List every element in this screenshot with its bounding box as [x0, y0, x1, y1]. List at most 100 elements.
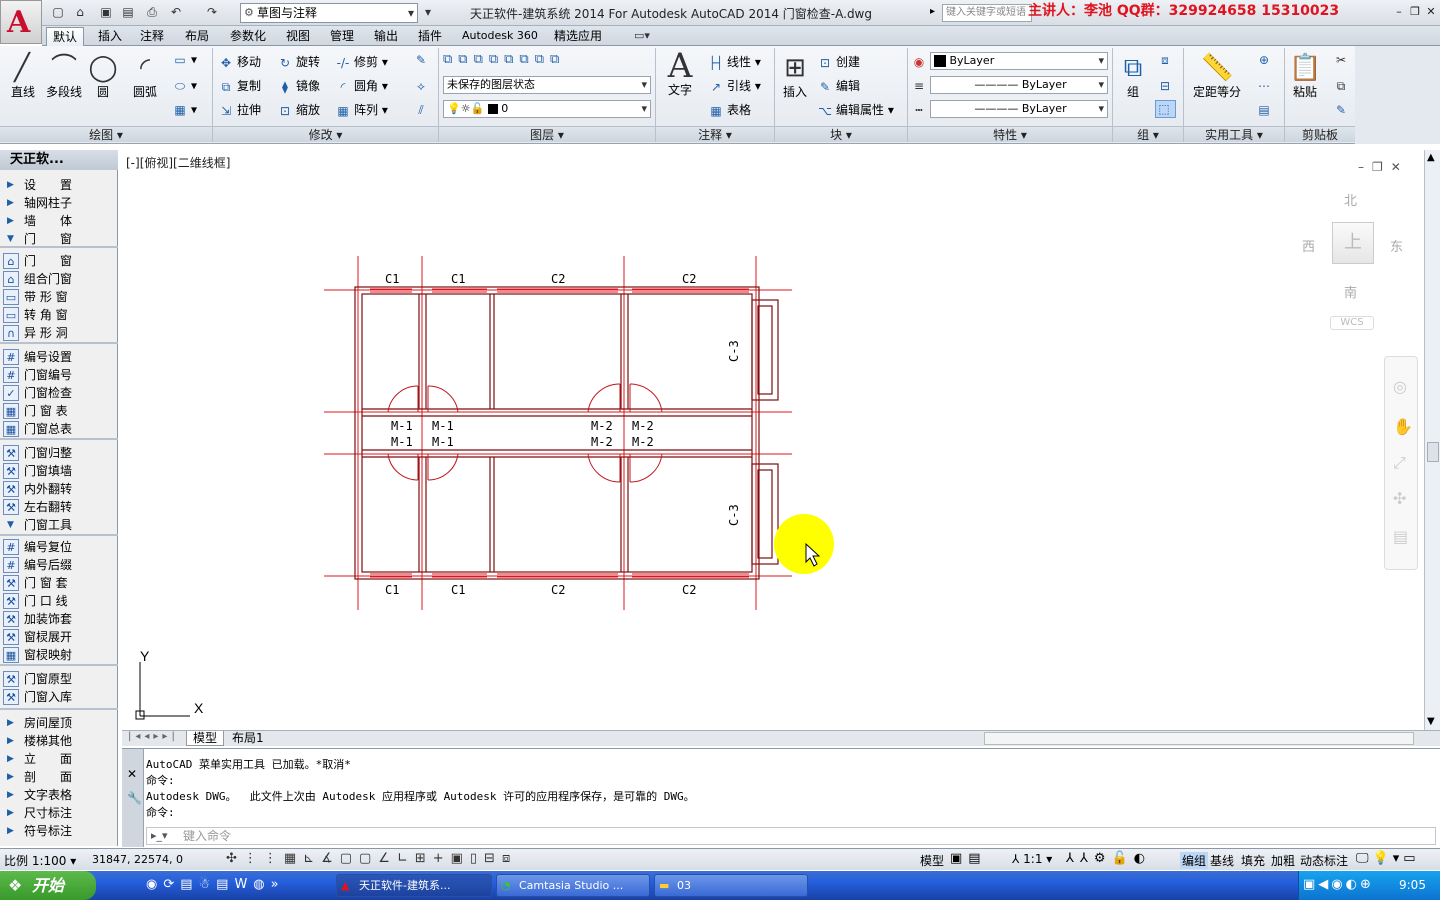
- sidebar-item[interactable]: ▶ 符号标注: [0, 822, 118, 840]
- mirror-button[interactable]: ⧫ 镜像: [277, 78, 320, 95]
- status-bold-button[interactable]: 加粗: [1271, 852, 1295, 869]
- expand-arrow-icon[interactable]: ▸: [930, 6, 935, 17]
- wcs-menu[interactable]: WCS: [1330, 316, 1374, 330]
- cut-icon[interactable]: ✂: [1333, 52, 1352, 68]
- sidebar-item[interactable]: ▼ 门 窗: [0, 230, 118, 248]
- tab-view[interactable]: 视图: [280, 27, 316, 46]
- tab-parametric[interactable]: 参数化: [224, 27, 272, 46]
- drafting-toggles[interactable]: ✣⋮⋮▦⊾∡▢▢∠∟⊞+▣▯⊟⧈: [226, 851, 517, 866]
- quick-select-icon[interactable]: ⊕: [1256, 52, 1275, 68]
- sidebar-item[interactable]: ⚒ 窗棂展开: [0, 628, 118, 646]
- sidebar-item[interactable]: ▶ 墙 体: [0, 212, 118, 230]
- close-icon[interactable]: ✕: [1424, 5, 1438, 19]
- close-icon[interactable]: ✕: [127, 767, 137, 781]
- edit-block-button[interactable]: ✎ 编辑: [817, 78, 860, 95]
- tab-featured-apps[interactable]: 精选应用: [548, 27, 608, 46]
- tab-insert[interactable]: 插入: [92, 27, 128, 46]
- copy-clip-icon[interactable]: ⧉: [1333, 78, 1352, 94]
- vertical-scrollbar[interactable]: ▲ ▼: [1424, 150, 1440, 730]
- explode-icon[interactable]: ⟡: [413, 78, 432, 94]
- calculator-icon[interactable]: ▤: [1256, 102, 1275, 118]
- command-prompt-icon[interactable]: ▸_▾: [151, 828, 168, 844]
- trim-button[interactable]: -/- 修剪 ▾: [335, 54, 388, 71]
- scroll-thumb[interactable]: [1427, 442, 1439, 462]
- panel-modify-title[interactable]: 修改 ▾: [213, 126, 438, 142]
- lineweight-dropdown[interactable]: ———— ByLayer: [930, 76, 1108, 94]
- sidebar-item[interactable]: ✓ 门窗检查: [0, 384, 118, 402]
- showmotion-icon[interactable]: ▤: [1393, 527, 1408, 546]
- text-button[interactable]: A 文字: [660, 49, 700, 98]
- model-space-button[interactable]: 模型: [920, 852, 944, 869]
- edit-attributes-button[interactable]: ⌥ 编辑属性 ▾: [817, 102, 894, 119]
- erase-icon[interactable]: ✎: [413, 52, 432, 68]
- status-baseline-button[interactable]: 基线: [1210, 852, 1234, 869]
- tab-default[interactable]: 默认: [46, 27, 85, 46]
- layer-state-dropdown[interactable]: 未保存的图层状态: [443, 76, 651, 94]
- tab-plugins[interactable]: 插件: [412, 27, 448, 46]
- sidebar-item[interactable]: ▶ 剖 面: [0, 768, 118, 786]
- zoom-extents-icon[interactable]: ⤢: [1393, 453, 1406, 473]
- offset-icon[interactable]: ⫽: [413, 102, 432, 118]
- sidebar-item[interactable]: ▶ 楼梯其他: [0, 732, 118, 750]
- taskbar-autocad[interactable]: ▲ 天正软件-建筑系...: [336, 874, 492, 897]
- panel-properties-title[interactable]: 特性 ▾: [908, 126, 1112, 142]
- rotate-button[interactable]: ↻ 旋转: [277, 54, 320, 71]
- customize-quick-access-icon[interactable]: ▾: [420, 4, 436, 20]
- minimize-icon[interactable]: –: [1392, 5, 1406, 19]
- sidebar-item[interactable]: ⚒ 内外翻转: [0, 480, 118, 498]
- copy-button[interactable]: ⧉ 复制: [218, 78, 261, 95]
- rectangle-icon[interactable]: ▭ ▾: [172, 52, 197, 68]
- point-style-icon[interactable]: ⋯: [1256, 78, 1275, 94]
- sidebar-item[interactable]: ▦ 门窗总表: [0, 420, 118, 438]
- annotation-scale[interactable]: ⅄ 1:1 ▾: [1012, 852, 1052, 866]
- array-button[interactable]: ▦ 阵列 ▾: [335, 102, 388, 119]
- undo-icon[interactable]: ↶: [168, 4, 184, 20]
- move-button[interactable]: ✥ 移动: [218, 54, 261, 71]
- annotation-visibility-icons[interactable]: ⅄⅄⚙🔓◐: [1066, 851, 1151, 866]
- taskbar-camtasia[interactable]: ◔ Camtasia Studio ...: [496, 874, 650, 897]
- color-dropdown[interactable]: ByLayer: [930, 52, 1108, 70]
- scroll-down-icon[interactable]: ▼: [1427, 716, 1435, 727]
- tab-autodesk-360[interactable]: Autodesk 360: [456, 27, 544, 46]
- sidebar-item[interactable]: ▶ 房间屋顶: [0, 714, 118, 732]
- measure-button[interactable]: 📏 定距等分: [1188, 52, 1246, 100]
- save-as-icon[interactable]: ▤: [120, 4, 136, 20]
- sidebar-item[interactable]: ⚒ 门窗归整: [0, 444, 118, 462]
- group-edit-icon[interactable]: ⊟: [1157, 78, 1176, 94]
- tab-model[interactable]: 模型: [186, 731, 225, 746]
- ungroup-icon[interactable]: ⧈: [1157, 52, 1176, 68]
- scale-selector[interactable]: 比例 1:100 ▾: [4, 852, 76, 869]
- sidebar-item[interactable]: ⚒ 门 窗 套: [0, 574, 118, 592]
- workspace-select[interactable]: 草图与注释: [240, 3, 418, 23]
- start-button[interactable]: ❖ 开始: [0, 871, 96, 900]
- hatch-icon[interactable]: ▦ ▾: [172, 102, 197, 118]
- sidebar-item[interactable]: ⚒ 左右翻转: [0, 498, 118, 516]
- quick-launch-icons[interactable]: ◉⟳▤☃▤W◍»: [146, 877, 285, 892]
- sidebar-item[interactable]: # 门窗编号: [0, 366, 118, 384]
- sidebar-item[interactable]: # 编号设置: [0, 348, 118, 366]
- panel-layers-title[interactable]: 图层 ▾: [439, 126, 655, 142]
- drawing-canvas[interactable]: [-][俯视][二维线框] –❐✕ C1 C1 C2 C2 C1 C1 C2 C…: [122, 150, 1424, 730]
- linear-dim-button[interactable]: ├┤ 线性 ▾: [708, 54, 761, 71]
- viewcube-west[interactable]: 西: [1302, 236, 1315, 255]
- search-input[interactable]: 键入关键字或短语: [942, 4, 1032, 22]
- horizontal-scrollbar[interactable]: [984, 732, 1414, 745]
- command-input[interactable]: ▸_▾ 键入命令: [146, 827, 1436, 845]
- sidebar-item[interactable]: ⌂ 组合门窗: [0, 270, 118, 288]
- sidebar-item[interactable]: ⚒ 门窗填墙: [0, 462, 118, 480]
- sidebar-item[interactable]: ⚒ 门窗原型: [0, 670, 118, 688]
- paste-button[interactable]: 📋 粘贴: [1287, 52, 1323, 100]
- new-icon[interactable]: ▢: [50, 4, 66, 20]
- layout-view-icons[interactable]: ▣▤: [950, 851, 987, 866]
- ribbon-toggle-icon[interactable]: ▭▾: [634, 29, 650, 42]
- sidebar-item[interactable]: ⚒ 加装饰套: [0, 610, 118, 628]
- match-icon[interactable]: ✎: [1333, 102, 1352, 118]
- sidebar-item[interactable]: ▶ 设 置: [0, 176, 118, 194]
- coordinates-readout[interactable]: 31847, 22574, 0: [92, 853, 183, 866]
- match-properties-icon[interactable]: ◉: [911, 54, 930, 70]
- sidebar-item[interactable]: ▶ 立 面: [0, 750, 118, 768]
- layer-dropdown[interactable]: 💡☼🔓 0: [443, 100, 651, 118]
- scroll-up-icon[interactable]: ▲: [1427, 152, 1435, 163]
- panel-draw-title[interactable]: 绘图 ▾: [0, 126, 212, 142]
- insert-block-button[interactable]: ⊞ 插入: [777, 52, 813, 100]
